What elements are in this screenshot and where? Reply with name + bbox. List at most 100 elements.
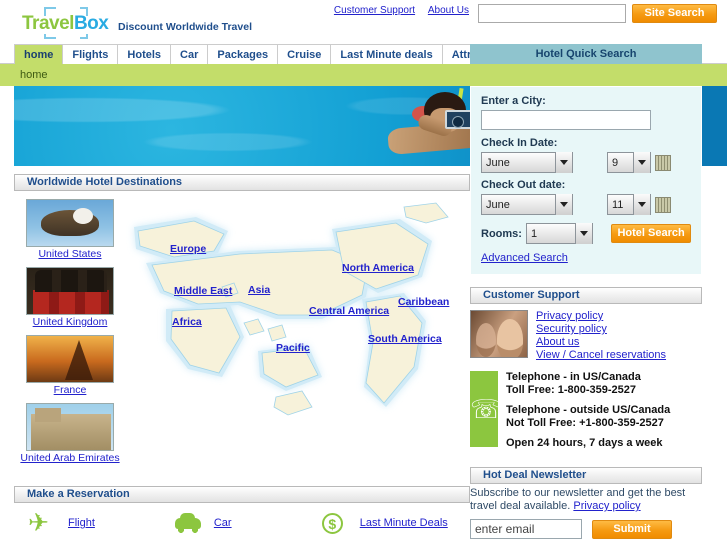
map-link-central-america[interactable]: Central America <box>309 305 389 317</box>
logo-text: TravelBox <box>22 13 109 35</box>
checkout-month-select[interactable]: June <box>481 194 573 215</box>
calendar-icon[interactable] <box>655 154 671 171</box>
newsletter-form: Submit <box>470 519 702 539</box>
security-policy-link[interactable]: Security policy <box>536 323 666 336</box>
car-link[interactable]: Car <box>214 517 232 529</box>
nav-tab-list: home Flights Hotels Car Packages Cruise … <box>14 44 520 64</box>
right-sidebar: Enter a City: Check In Date: June 9 Chec… <box>470 86 727 545</box>
advanced-search-link[interactable]: Advanced Search <box>481 252 568 264</box>
calendar-icon[interactable] <box>655 196 671 213</box>
nav-tab-packages[interactable]: Packages <box>208 44 279 64</box>
reservation-car[interactable]: Car <box>174 510 320 536</box>
chevron-down-icon[interactable] <box>633 152 650 173</box>
map-link-south-america[interactable]: South America <box>368 333 442 345</box>
nav-tab-hotels[interactable]: Hotels <box>118 44 172 64</box>
checkin-month-select[interactable]: June <box>481 152 573 173</box>
map-link-caribbean[interactable]: Caribbean <box>398 296 449 308</box>
check-out-date-label: Check Out date: <box>481 179 566 191</box>
map-region-africa[interactable]: Africa <box>172 316 202 328</box>
check-out-date-row: June 11 <box>481 194 691 215</box>
united-states-link[interactable]: United States <box>38 248 101 260</box>
reservation-options: ✈ Flight Car $ Last Minute Deals <box>14 503 470 543</box>
breadcrumb-bar: home <box>0 64 727 86</box>
newsletter-description: Subscribe to our newsletter and get the … <box>470 487 702 513</box>
nav-tab-last-minute-deals[interactable]: Last Minute deals <box>331 44 443 64</box>
map-link-africa[interactable]: Africa <box>172 316 202 328</box>
map-region-south-america[interactable]: South America <box>368 333 442 345</box>
support-agent-photo <box>470 310 528 358</box>
destinations-section: Worldwide Hotel Destinations United Stat… <box>14 174 470 467</box>
checkin-day-value: 9 <box>612 156 619 169</box>
privacy-policy-link[interactable]: Privacy policy <box>536 310 666 323</box>
list-item[interactable]: France <box>20 335 120 396</box>
reservation-heading: Make a Reservation <box>14 486 470 503</box>
about-us-link[interactable]: About Us <box>428 5 469 16</box>
last-minute-deals-link[interactable]: Last Minute Deals <box>360 517 448 529</box>
breadcrumb-home[interactable]: home <box>20 69 48 81</box>
customer-support-link[interactable]: Customer Support <box>334 5 415 16</box>
nav-tab-car[interactable]: Car <box>171 44 209 64</box>
map-region-central-america[interactable]: Central America <box>309 305 389 317</box>
reservation-last-minute[interactable]: $ Last Minute Deals <box>320 510 466 536</box>
main-content: Worldwide Hotel Destinations United Stat… <box>0 86 727 545</box>
site-logo[interactable]: TravelBox <box>22 6 114 44</box>
united-kingdom-link[interactable]: United Kingdom <box>33 316 108 328</box>
chevron-down-icon[interactable] <box>633 194 650 215</box>
logo-box-word: Box <box>73 13 109 34</box>
chevron-down-icon[interactable] <box>555 194 572 215</box>
list-item[interactable]: United Arab Emirates <box>20 403 120 464</box>
checkout-day-select[interactable]: 11 <box>607 194 651 215</box>
about-us-sidebar-link[interactable]: About us <box>536 336 666 349</box>
destinations-panel: United States United Kingdom France Unit… <box>14 195 470 467</box>
world-map: Europe North America Middle East Asia Ca… <box>126 201 468 463</box>
map-region-middle-east[interactable]: Middle East <box>174 285 232 297</box>
newsletter-heading: Hot Deal Newsletter <box>470 467 702 484</box>
nav-tab-home[interactable]: home <box>14 44 64 64</box>
map-region-asia[interactable]: Asia <box>248 284 270 296</box>
check-in-date-row: June 9 <box>481 152 691 173</box>
united-states-thumbnail[interactable] <box>26 199 114 247</box>
checkin-month-value: June <box>486 156 510 169</box>
car-icon <box>174 510 204 536</box>
rooms-label: Rooms: <box>481 227 522 240</box>
chevron-down-icon[interactable] <box>575 223 593 244</box>
flight-link[interactable]: Flight <box>68 517 95 529</box>
map-link-pacific[interactable]: Pacific <box>276 342 310 354</box>
phone-us-number: Toll Free: 1-800-359-2527 <box>506 384 637 396</box>
site-search-button[interactable]: Site Search <box>632 4 717 23</box>
reservation-flight[interactable]: ✈ Flight <box>28 510 174 536</box>
phone-intl-label: Telephone - outside US/Canada <box>506 404 671 416</box>
reservation-section: Make a Reservation ✈ Flight Car $ Last M… <box>14 486 470 543</box>
united-arab-emirates-thumbnail[interactable] <box>26 403 114 451</box>
page-header: TravelBox Discount Worldwide Travel Cust… <box>0 0 727 44</box>
view-cancel-reservations-link[interactable]: View / Cancel reservations <box>536 349 666 362</box>
nav-tab-cruise[interactable]: Cruise <box>278 44 332 64</box>
advanced-search-row: Advanced Search <box>481 252 691 264</box>
nav-tab-flights[interactable]: Flights <box>63 44 119 64</box>
newsletter-submit-button[interactable]: Submit <box>592 519 672 539</box>
list-item[interactable]: United States <box>20 199 120 260</box>
map-link-middle-east[interactable]: Middle East <box>174 285 232 297</box>
map-region-europe[interactable]: Europe <box>170 243 206 255</box>
chevron-down-icon[interactable] <box>555 152 572 173</box>
list-item[interactable]: United Kingdom <box>20 267 120 328</box>
newsletter-privacy-policy-link[interactable]: Privacy policy <box>573 500 640 512</box>
united-kingdom-thumbnail[interactable] <box>26 267 114 315</box>
city-input[interactable] <box>481 110 651 130</box>
map-region-pacific[interactable]: Pacific <box>276 342 310 354</box>
customer-support-body: Privacy policy Security policy About us … <box>470 310 702 362</box>
hotel-search-button[interactable]: Hotel Search <box>611 224 691 243</box>
france-thumbnail[interactable] <box>26 335 114 383</box>
map-link-asia[interactable]: Asia <box>248 284 270 296</box>
checkin-day-select[interactable]: 9 <box>607 152 651 173</box>
map-region-caribbean[interactable]: Caribbean <box>398 296 449 308</box>
destinations-heading: Worldwide Hotel Destinations <box>14 174 470 191</box>
map-link-europe[interactable]: Europe <box>170 243 206 255</box>
rooms-select[interactable]: 1 <box>525 223 594 244</box>
united-arab-emirates-link[interactable]: United Arab Emirates <box>20 452 119 464</box>
map-region-north-america[interactable]: North America <box>342 262 414 274</box>
newsletter-email-input[interactable] <box>470 519 582 539</box>
site-search-input[interactable] <box>478 4 626 23</box>
map-link-north-america[interactable]: North America <box>342 262 414 274</box>
france-link[interactable]: France <box>54 384 87 396</box>
